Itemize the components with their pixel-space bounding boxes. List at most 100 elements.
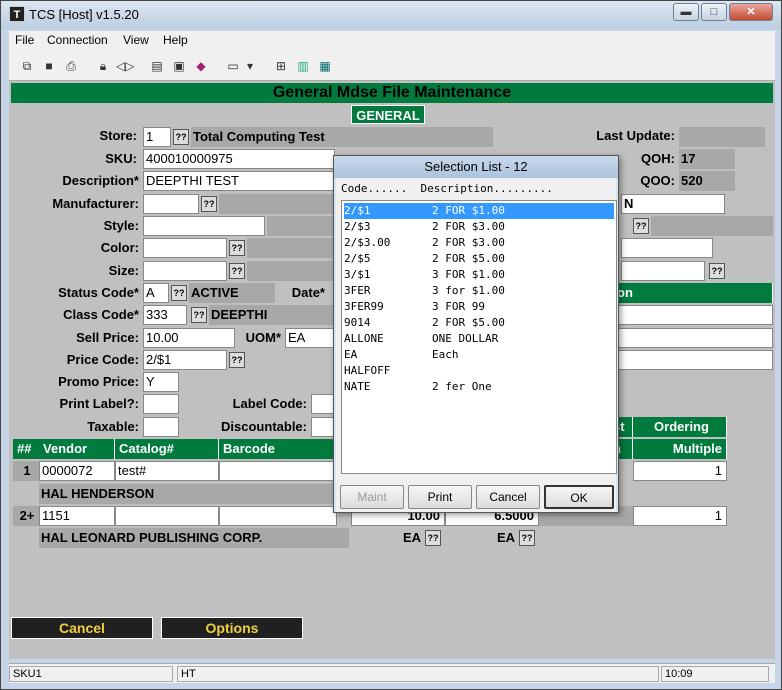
taxable-label: Taxable: (87, 419, 139, 434)
list-item[interactable]: 2/$1 2 FOR $1.00 (344, 203, 614, 219)
chart-icon[interactable]: ▥ (293, 55, 313, 75)
store-lookup-button[interactable]: ?? (173, 129, 189, 145)
discountable-field[interactable] (311, 417, 335, 437)
right-field-2[interactable] (621, 238, 713, 258)
menu-connection[interactable]: Connection (47, 33, 108, 47)
row-1-vendor[interactable]: 0000072 (39, 461, 115, 481)
maximize-button[interactable]: □ (701, 3, 727, 21)
qoh-value: 17 (679, 149, 735, 169)
last-update-value (679, 127, 765, 147)
list-item-description: ONE DOLLAR (432, 332, 499, 345)
list-item-code: EA (344, 348, 358, 361)
row-1-vendor-name: HAL HENDERSON (39, 484, 337, 504)
sku-field[interactable]: 400010000975 (143, 149, 335, 169)
minimize-button[interactable]: ▬ (673, 3, 699, 21)
title-bar[interactable]: T TCS [Host] v1.5.20 ▬ □ ✕ (1, 1, 781, 29)
size-field[interactable] (143, 261, 227, 281)
status-code-field[interactable]: A (143, 283, 169, 303)
menu-view[interactable]: View (123, 33, 149, 47)
right-field-3[interactable] (621, 261, 705, 281)
list-item-code: 2/$5 (344, 252, 371, 265)
close-button[interactable]: ✕ (729, 3, 773, 21)
size-lookup-button[interactable]: ?? (229, 263, 245, 279)
book-icon[interactable]: ◆ (191, 55, 211, 75)
row-2-catalog[interactable] (115, 506, 219, 526)
row-2-multiple[interactable]: 1 (633, 506, 727, 526)
copy-icon[interactable]: ⧉ (17, 55, 37, 75)
sell-price-field[interactable]: 10.00 (143, 328, 235, 348)
print-label-field[interactable] (143, 394, 179, 414)
class-lookup-button[interactable]: ?? (191, 307, 207, 323)
taxable-field[interactable] (143, 417, 179, 437)
maint-button[interactable]: Maint (340, 485, 404, 509)
dropdown-icon[interactable]: ▾ (243, 55, 257, 75)
right-lookup-button-3[interactable]: ?? (709, 263, 725, 279)
properties-icon[interactable]: ▤ (147, 55, 167, 75)
uom-field[interactable]: EA (285, 328, 335, 348)
right-field-4[interactable] (613, 305, 773, 325)
ok-button[interactable]: OK (544, 485, 614, 509)
list-item-code: 3FER99 (344, 300, 384, 313)
color-field[interactable] (143, 238, 227, 258)
row-2-barcode[interactable] (219, 506, 337, 526)
style-field[interactable] (143, 216, 265, 236)
status-mid: HT (177, 666, 659, 682)
manufacturer-field[interactable] (143, 194, 199, 214)
price-code-lookup-button[interactable]: ?? (229, 352, 245, 368)
store-field[interactable]: 1 (143, 127, 171, 147)
right-field-6[interactable] (613, 350, 773, 370)
list-item-description: 3 FOR 99 (432, 300, 485, 313)
price-code-field[interactable]: 2/$1 (143, 350, 227, 370)
list-item[interactable]: ALLONE ONE DOLLAR (344, 331, 614, 347)
manufacturer-lookup-button[interactable]: ?? (201, 196, 217, 212)
list-item[interactable]: NATE 2 fer One (344, 379, 614, 395)
list-item-description: 2 FOR $5.00 (432, 252, 505, 265)
lock-icon[interactable]: 🔒︎ (93, 55, 113, 75)
right-gray-1 (651, 216, 773, 236)
list-item[interactable]: 3FER 3 for $1.00 (344, 283, 614, 299)
list-item[interactable]: 9014 2 FOR $5.00 (344, 315, 614, 331)
dialog-title[interactable]: Selection List - 12 (334, 156, 618, 178)
tree-icon[interactable]: ⊞ (271, 55, 291, 75)
label-code-field[interactable] (311, 394, 335, 414)
menu-file[interactable]: File (15, 33, 34, 47)
status-lookup-button[interactable]: ?? (171, 285, 187, 301)
cancel-button[interactable]: Cancel (11, 617, 153, 639)
save-icon[interactable]: ■ (39, 55, 59, 75)
list-item[interactable]: HALFOFF (344, 363, 614, 379)
dialog-cancel-button[interactable]: Cancel (476, 485, 540, 509)
promo-price-field[interactable]: Y (143, 372, 179, 392)
row-1-catalog[interactable]: test# (115, 461, 219, 481)
row-2-uom2-lookup[interactable]: ?? (519, 530, 535, 546)
options-button[interactable]: Options (161, 617, 303, 639)
list-item[interactable]: 2/$3.00 2 FOR $3.00 (344, 235, 614, 251)
list-item[interactable]: 2/$3 2 FOR $3.00 (344, 219, 614, 235)
qoo-value: 520 (679, 171, 735, 191)
color-lookup-button[interactable]: ?? (229, 240, 245, 256)
list-item[interactable]: 3FER99 3 FOR 99 (344, 299, 614, 315)
row-2-uom1-lookup[interactable]: ?? (425, 530, 441, 546)
row-2-vendor[interactable]: 1151 (39, 506, 115, 526)
selection-list[interactable]: 2/$1 2 FOR $1.00 2/$3 2 FOR $3.00 2/$3.00 2 F… (341, 200, 617, 474)
row-1-barcode[interactable] (219, 461, 337, 481)
row-2-num: 2+ (13, 506, 39, 526)
row-1-multiple[interactable]: 1 (633, 461, 727, 481)
monitor-icon[interactable]: ▣ (169, 55, 189, 75)
description-field[interactable]: DEEPTHI TEST (143, 171, 335, 191)
print-button[interactable]: Print (408, 485, 472, 509)
page-icon[interactable]: ▭ (223, 55, 243, 75)
connect-icon[interactable]: ◁▷ (115, 55, 135, 75)
tab-general[interactable]: GENERAL (351, 105, 425, 124)
class-code-field[interactable]: 333 (143, 305, 187, 325)
print-icon[interactable]: ⎙ (61, 55, 81, 75)
right-field-5[interactable] (613, 328, 773, 348)
list-item[interactable]: EA Each (344, 347, 614, 363)
list-item-code: 2/$1 (344, 204, 371, 217)
list-item[interactable]: 2/$5 2 FOR $5.00 (344, 251, 614, 267)
menu-help[interactable]: Help (163, 33, 188, 47)
calculator-icon[interactable]: ▦ (315, 55, 335, 75)
right-lookup-button-1[interactable]: ?? (633, 218, 649, 234)
list-item[interactable]: 3/$1 3 FOR $1.00 (344, 267, 614, 283)
form-title: General Mdse File Maintenance (11, 83, 773, 103)
n-field[interactable]: N (621, 194, 725, 214)
